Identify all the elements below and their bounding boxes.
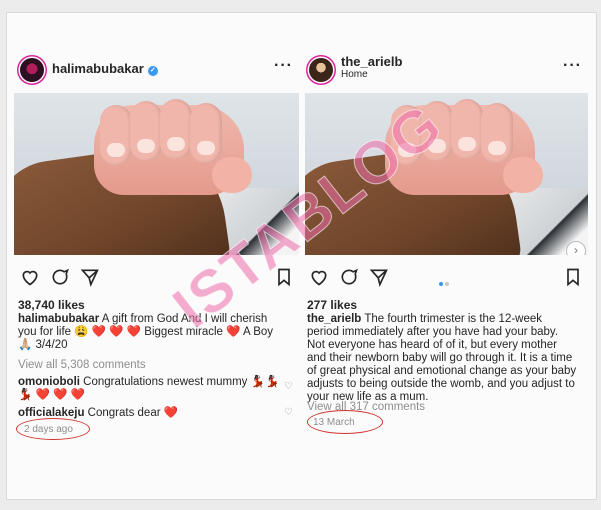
post-caption: halimabubakar A gift from God And I will… xyxy=(18,313,288,352)
username[interactable]: the_arielb xyxy=(341,54,402,69)
caption-username[interactable]: the_arielb xyxy=(307,313,361,325)
caption-text: The fourth trimester is the 12-week peri… xyxy=(307,313,577,403)
share-icon[interactable] xyxy=(80,267,100,287)
screenshot-comparison: halimabubakar ✓ ··· 38,740 likes halimabu… xyxy=(6,12,597,500)
comment-like-icon[interactable]: ♡ xyxy=(284,381,293,392)
caption-username[interactable]: halimabubakar xyxy=(18,313,99,325)
share-icon[interactable] xyxy=(369,267,389,287)
verified-badge-icon: ✓ xyxy=(147,66,158,76)
chevron-right-icon[interactable]: › xyxy=(566,241,586,255)
more-options-icon[interactable]: ··· xyxy=(274,57,293,75)
comment-username[interactable]: omonioboli xyxy=(18,376,80,388)
username-text[interactable]: halimabubakar xyxy=(52,61,144,76)
bookmark-icon[interactable] xyxy=(563,267,583,287)
post-header: the_arielb Home ··· xyxy=(303,13,588,85)
comment-like-icon[interactable]: ♡ xyxy=(284,407,293,418)
comment-icon[interactable] xyxy=(50,267,70,287)
view-all-comments-link[interactable]: View all 5,308 comments xyxy=(18,359,146,371)
username[interactable]: halimabubakar ✓ xyxy=(52,61,158,76)
more-options-icon[interactable]: ··· xyxy=(563,57,582,75)
location-label[interactable]: Home xyxy=(341,69,368,80)
avatar[interactable] xyxy=(309,58,333,82)
carousel-dot-active xyxy=(439,282,443,286)
like-heart-icon[interactable] xyxy=(20,267,40,287)
avatar[interactable] xyxy=(20,58,44,82)
like-heart-icon[interactable] xyxy=(309,267,329,287)
baby-hand-graphic xyxy=(94,99,252,195)
comment-text: Congrats dear ❤️ xyxy=(87,407,179,419)
like-count[interactable]: 277 likes xyxy=(307,298,357,312)
like-count[interactable]: 38,740 likes xyxy=(18,298,85,312)
comment: omonioboli Congratulations newest mummy … xyxy=(18,376,288,402)
annotation-circle xyxy=(16,418,90,440)
comment-icon[interactable] xyxy=(339,267,359,287)
post-header: halimabubakar ✓ ··· xyxy=(14,13,299,85)
annotation-circle xyxy=(307,410,383,434)
carousel-dot xyxy=(445,282,449,286)
carousel-indicator xyxy=(439,273,451,291)
instagram-post-right: the_arielb Home ··· › 277 likes the_arie… xyxy=(303,13,588,499)
post-caption: the_arielb The fourth trimester is the 1… xyxy=(307,313,577,404)
